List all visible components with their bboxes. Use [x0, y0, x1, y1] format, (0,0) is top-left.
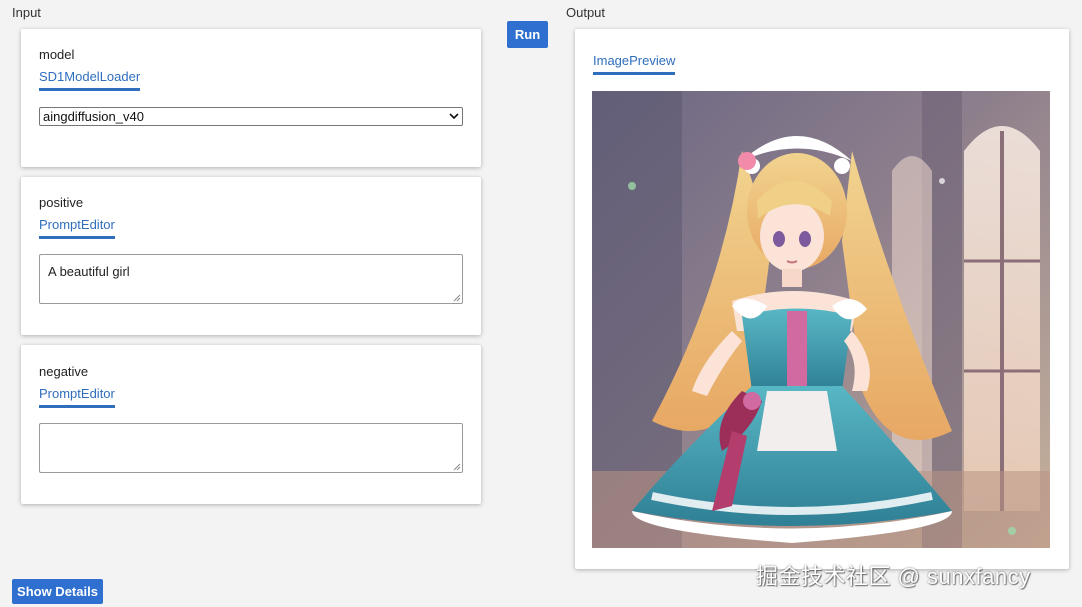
tab-image-preview[interactable]: ImagePreview: [593, 53, 676, 75]
output-card: ImagePreview: [575, 29, 1069, 569]
watermark: 掘金技术社区 @ sunxfancy: [756, 564, 1031, 589]
tab-prompt-editor-negative[interactable]: PromptEditor: [39, 386, 115, 408]
resize-grip-icon[interactable]: [453, 294, 461, 302]
positive-card: positive PromptEditor A beautiful girl: [21, 177, 481, 335]
input-section-label: Input: [12, 5, 41, 20]
generated-image-preview: [592, 91, 1050, 548]
show-details-button[interactable]: Show Details: [12, 579, 103, 604]
tab-prompt-editor-positive[interactable]: PromptEditor: [39, 217, 115, 239]
model-select-value: aingdiffusion_v40: [43, 109, 144, 124]
model-card-title: model: [39, 47, 75, 62]
positive-prompt-input[interactable]: A beautiful girl: [39, 254, 463, 304]
positive-card-title: positive: [39, 195, 84, 210]
model-select[interactable]: aingdiffusion_v40: [39, 107, 463, 126]
anime-girl-illustration: [592, 91, 1050, 548]
positive-prompt-text: A beautiful girl: [48, 264, 130, 279]
negative-prompt-input[interactable]: [39, 423, 463, 473]
negative-card: negative PromptEditor: [21, 345, 481, 504]
resize-grip-icon[interactable]: [453, 463, 461, 471]
tab-sd1-model-loader[interactable]: SD1ModelLoader: [39, 69, 141, 91]
output-section-label: Output: [566, 5, 606, 20]
model-card: model SD1ModelLoader aingdiffusion_v40: [21, 29, 481, 167]
run-button[interactable]: Run: [507, 21, 548, 48]
chevron-down-icon: [449, 113, 459, 120]
negative-card-title: negative: [39, 364, 89, 379]
